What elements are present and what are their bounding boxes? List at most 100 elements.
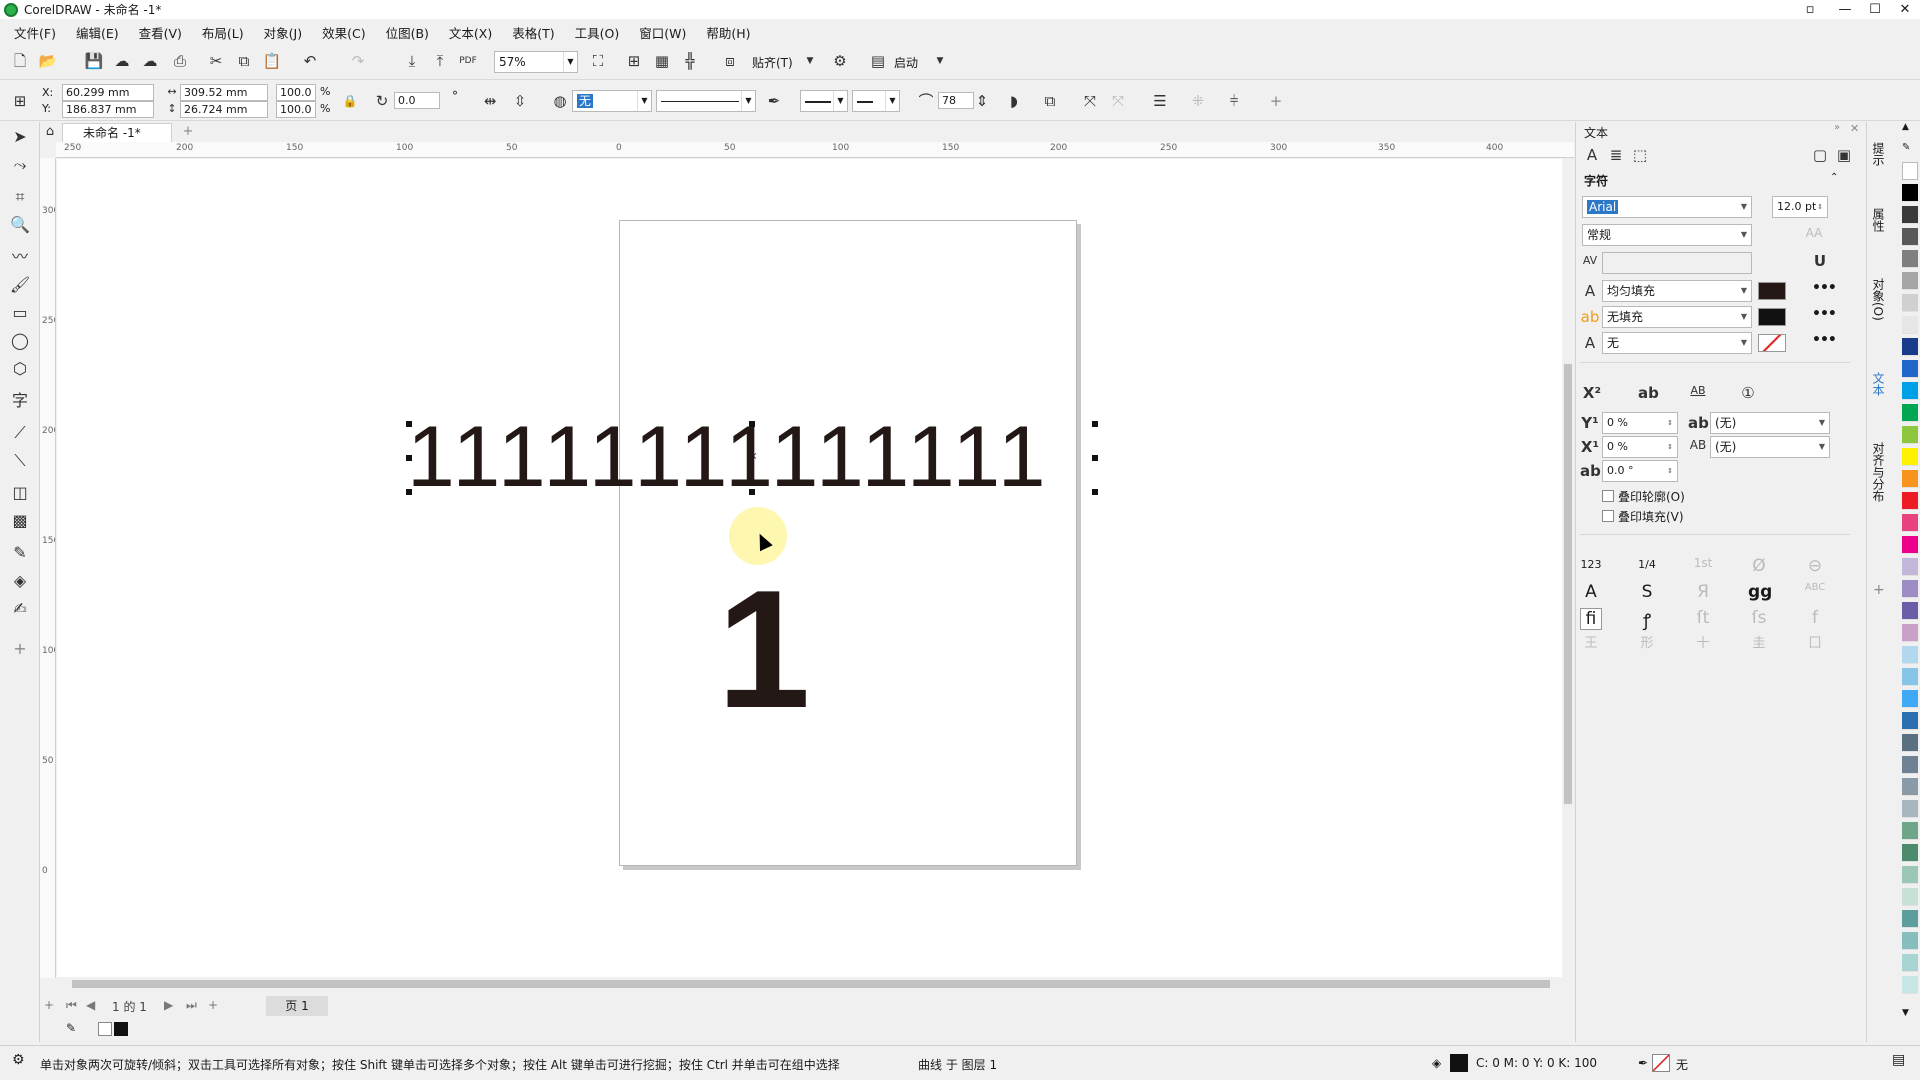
horizontal-ruler[interactable]: 250 200 150 100 50 0 50 100 150 200 250 …: [56, 142, 1574, 158]
miter-limit-field[interactable]: 78: [938, 92, 974, 109]
font-size-field[interactable]: 12.0 pt ⇕: [1772, 196, 1828, 218]
palette-color-swatch[interactable]: [1902, 976, 1918, 994]
palette-color-swatch[interactable]: [1902, 184, 1918, 202]
fractions-icon[interactable]: 1/4: [1636, 558, 1658, 571]
object-width-field[interactable]: 309.52 mm: [180, 84, 268, 101]
text-outline-dropdown[interactable]: 无 ▼: [1602, 332, 1752, 354]
large-digit-one[interactable]: 1: [717, 565, 810, 733]
palette-color-swatch[interactable]: [1902, 932, 1918, 950]
scale-width-field[interactable]: 100.0: [276, 84, 316, 101]
document-page[interactable]: [619, 220, 1077, 866]
palette-color-swatch[interactable]: [1902, 536, 1918, 554]
strikethrough-style-dropdown[interactable]: (无) ▼: [1710, 436, 1830, 458]
export-icon[interactable]: ⤒: [430, 51, 450, 71]
vertical-scrollbar[interactable]: [1562, 159, 1574, 977]
add-tool-icon[interactable]: +: [8, 638, 32, 660]
east-asian-variant-icon[interactable]: 囗: [1804, 632, 1826, 651]
add-property-icon[interactable]: +: [1266, 91, 1286, 111]
snap-to-dropdown[interactable]: 贴齐(T): [752, 54, 793, 71]
palette-color-swatch[interactable]: [1902, 316, 1918, 334]
grid-icon[interactable]: ▦: [652, 51, 672, 71]
printer-icon[interactable]: ▤: [1892, 1052, 1905, 1068]
palette-color-swatch[interactable]: [1902, 668, 1918, 686]
smart-fill-icon[interactable]: ✍: [8, 598, 32, 620]
palette-color-swatch[interactable]: [1902, 734, 1918, 752]
palette-color-swatch[interactable]: [1902, 712, 1918, 730]
side-tab-align-distribute[interactable]: 对齐与分布: [1870, 442, 1887, 502]
palette-color-swatch[interactable]: [1902, 624, 1918, 642]
palette-color-swatch[interactable]: [1902, 580, 1918, 598]
menu-tools[interactable]: 工具(O): [575, 23, 620, 42]
reduce-nodes-icon[interactable]: ⤧: [1080, 91, 1100, 111]
palette-color-swatch[interactable]: [1902, 822, 1918, 840]
numeral-icon[interactable]: ①: [1738, 384, 1758, 402]
polygon-tool-icon[interactable]: ⬡: [8, 358, 32, 380]
palette-color-swatch[interactable]: [1902, 558, 1918, 576]
palette-color-swatch[interactable]: [1902, 646, 1918, 664]
ellipse-tool-icon[interactable]: ◯: [8, 330, 32, 352]
connector-tool-icon[interactable]: ⟍: [8, 450, 32, 472]
titling-alt-icon[interactable]: ⊖: [1804, 556, 1826, 576]
side-tab-hints[interactable]: 提示: [1870, 142, 1887, 166]
text-fill-more-icon[interactable]: •••: [1812, 280, 1837, 296]
selection-handle[interactable]: [1092, 489, 1098, 495]
overprint-outline-checkbox[interactable]: [1602, 490, 1614, 502]
pick-tool-icon[interactable]: ➤: [8, 126, 32, 148]
background-fill-type-dropdown[interactable]: 无填充 ▼: [1602, 306, 1752, 328]
restore-icon[interactable]: ▫: [1795, 0, 1825, 19]
split-icon[interactable]: ⫩: [1224, 91, 1244, 111]
palette-color-swatch[interactable]: [1902, 382, 1918, 400]
rectangle-tool-icon[interactable]: ▭: [8, 302, 32, 324]
palette-eyedropper-icon[interactable]: ✎: [1902, 142, 1910, 153]
selection-handle[interactable]: [749, 489, 755, 495]
black-swatch[interactable]: [114, 1022, 128, 1036]
panel-more-icon[interactable]: ▣: [1834, 146, 1854, 164]
eyedropper-icon[interactable]: ✎: [66, 1021, 76, 1035]
document-tab[interactable]: 未命名 -1*: [62, 123, 172, 142]
import-icon[interactable]: ⤓: [402, 51, 422, 71]
paragraph-tab-icon[interactable]: ≣: [1606, 146, 1626, 164]
menu-help[interactable]: 帮助(H): [706, 23, 750, 42]
cut-icon[interactable]: ✂: [206, 51, 226, 71]
docker-collapse-icon[interactable]: »: [1834, 122, 1840, 133]
scale-height-field[interactable]: 100.0: [276, 101, 316, 118]
horizontal-scrollbar[interactable]: [56, 977, 1574, 991]
historical-forms-icon[interactable]: ſs: [1748, 608, 1770, 628]
menu-edit[interactable]: 编辑(E): [76, 23, 119, 42]
small-caps-alt-icon[interactable]: ABC: [1804, 582, 1826, 593]
end-arrow-dropdown[interactable]: ▼: [852, 90, 900, 112]
font-scale-icon[interactable]: AA: [1804, 226, 1824, 240]
new-tab-icon[interactable]: +: [178, 122, 198, 142]
new-document-icon[interactable]: 🗋: [10, 51, 30, 71]
text-fill-color-swatch[interactable]: [1758, 282, 1786, 300]
contextual-icon[interactable]: Я: [1692, 582, 1714, 602]
menu-object[interactable]: 对象(J): [264, 23, 302, 42]
extract-subpath-icon[interactable]: ⤧: [1108, 91, 1128, 111]
all-caps-icon[interactable]: AB: [1688, 384, 1708, 397]
slashed-zero-icon[interactable]: Ø: [1748, 556, 1770, 576]
docker-close-icon[interactable]: ✕: [1850, 122, 1859, 135]
text-fill-type-dropdown[interactable]: 均匀填充 ▼: [1602, 280, 1752, 302]
outline-style-dropdown[interactable]: ▼: [656, 90, 756, 112]
maximize-button[interactable]: ☐: [1860, 0, 1890, 19]
last-page-icon[interactable]: ⏭: [186, 998, 197, 1013]
palette-color-swatch[interactable]: [1902, 360, 1918, 378]
section-collapse-icon[interactable]: ⌃: [1830, 172, 1838, 183]
home-icon[interactable]: ⌂: [40, 122, 60, 142]
east-asian-width-icon[interactable]: 形: [1636, 632, 1658, 651]
drop-shadow-icon[interactable]: ◫: [8, 482, 32, 504]
guidelines-icon[interactable]: ╬: [680, 51, 700, 71]
discretionary-ligatures-icon[interactable]: ꝭ: [1636, 608, 1658, 631]
y-position-field[interactable]: 186.837 mm: [62, 101, 154, 118]
palette-color-swatch[interactable]: [1902, 250, 1918, 268]
swash-icon[interactable]: A: [1580, 582, 1602, 602]
outline-color-swatch[interactable]: [1652, 1054, 1670, 1072]
minimize-button[interactable]: —: [1830, 0, 1860, 19]
options-gear-icon[interactable]: ⚙: [830, 51, 850, 71]
text-outline-more-icon[interactable]: •••: [1812, 332, 1837, 348]
palette-color-swatch[interactable]: [1902, 206, 1918, 224]
font-family-dropdown[interactable]: Arial ▼: [1582, 196, 1752, 218]
palette-color-swatch[interactable]: [1902, 338, 1918, 356]
palette-color-swatch[interactable]: [1902, 514, 1918, 532]
print-icon[interactable]: ⎙: [170, 51, 190, 71]
